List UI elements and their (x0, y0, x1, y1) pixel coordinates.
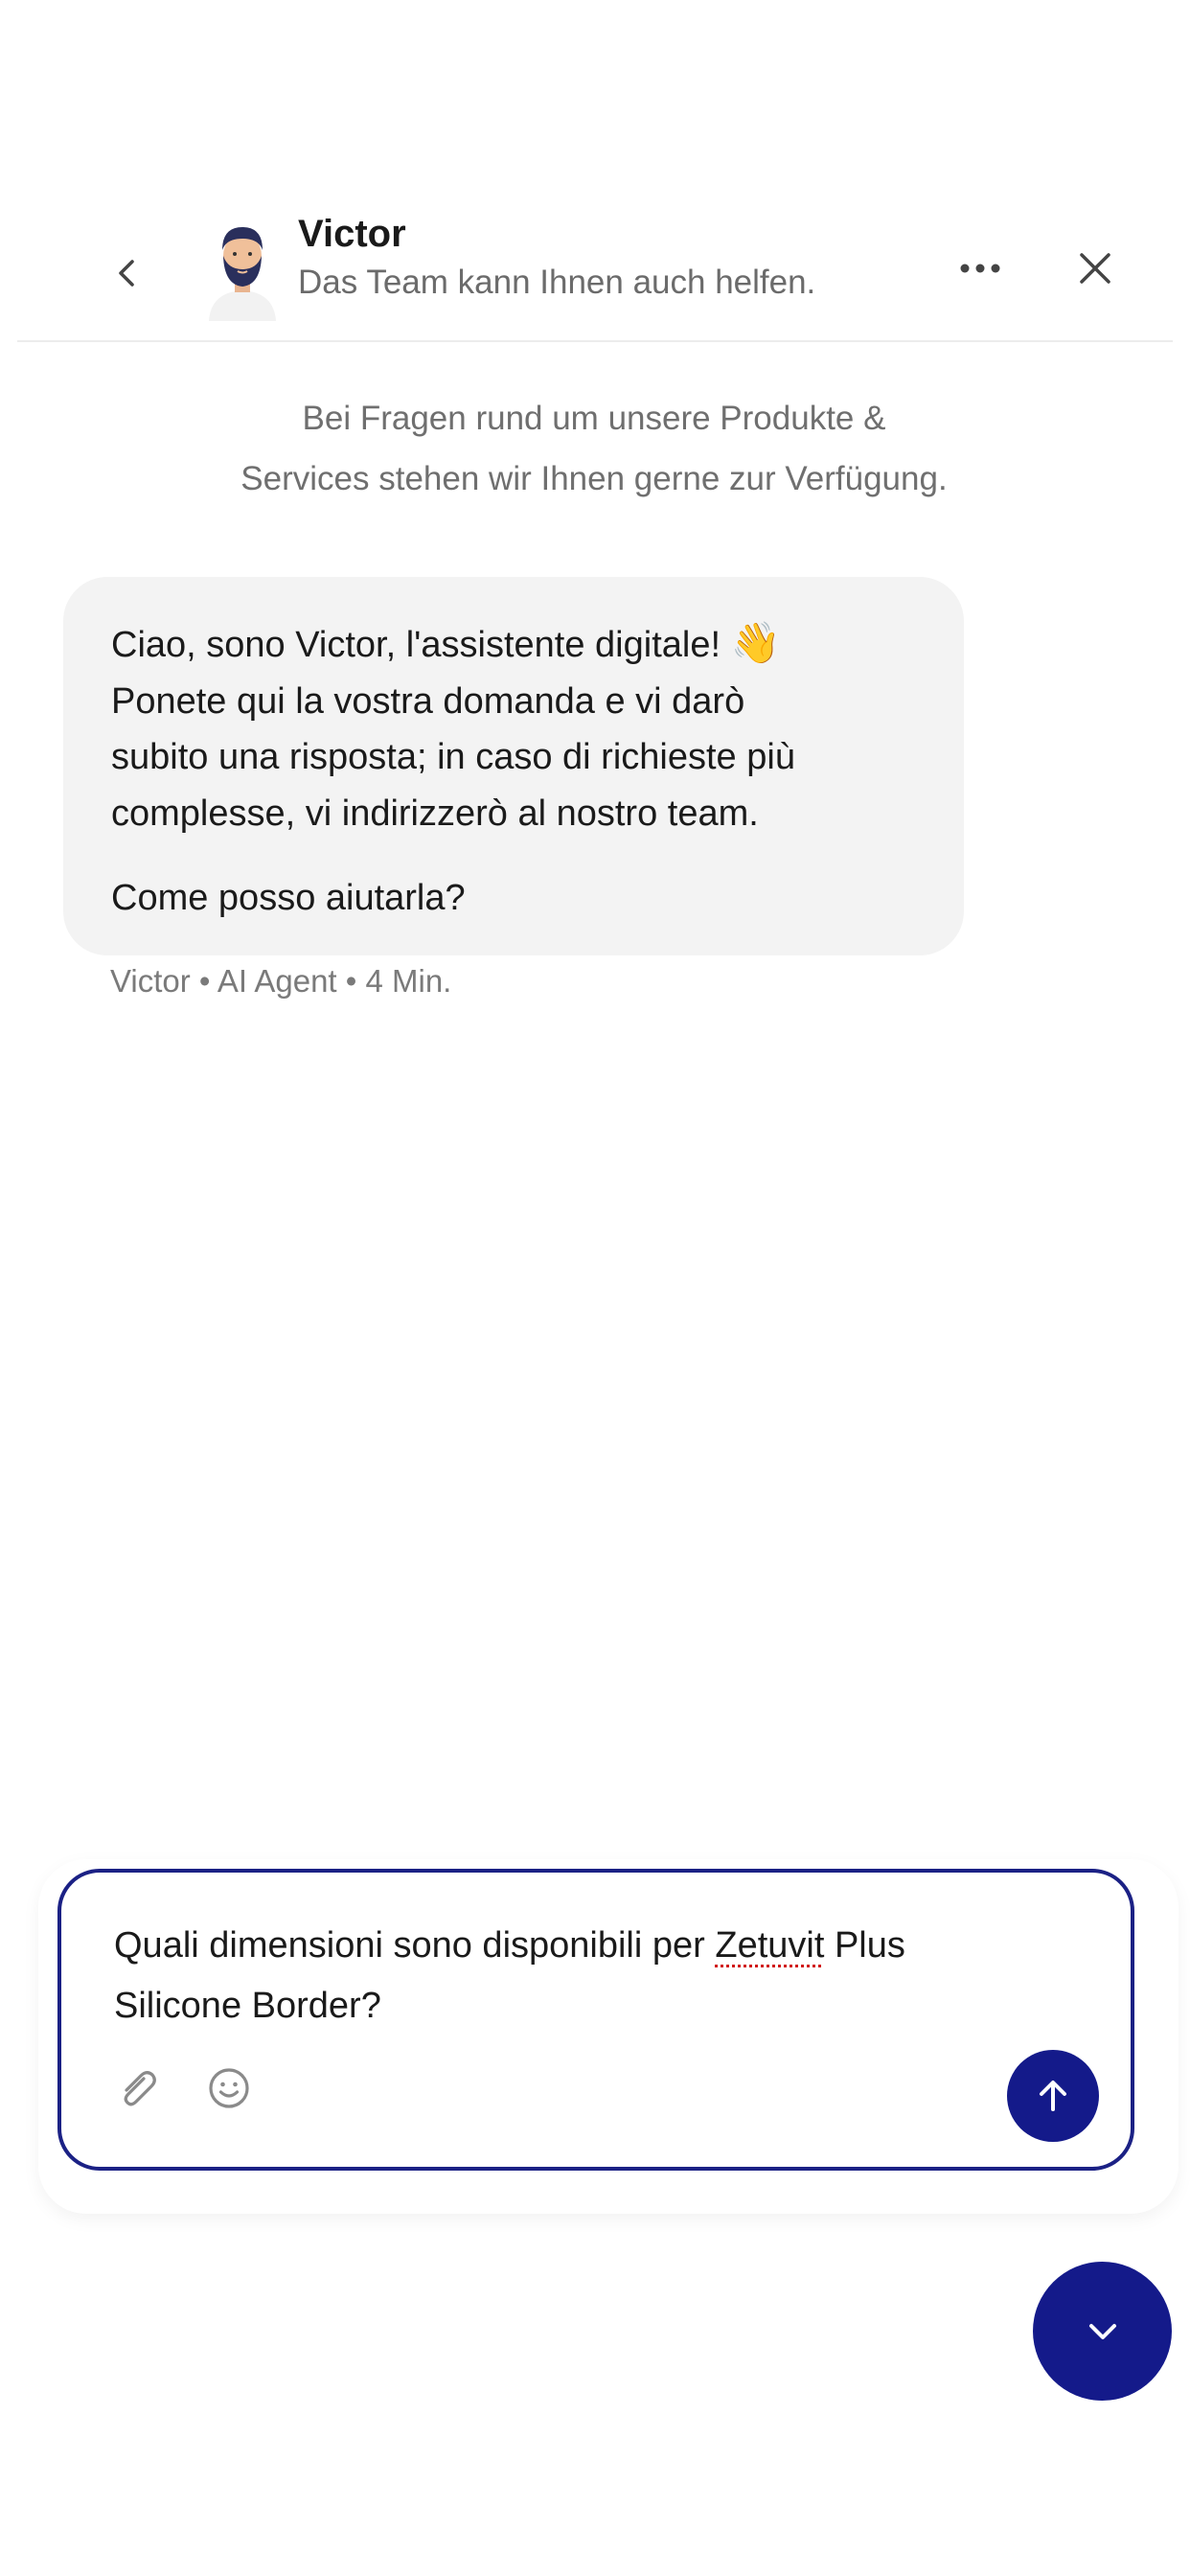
send-button[interactable] (1007, 2050, 1099, 2142)
message-line: Ciao, sono Victor, l'assistente digitale… (111, 625, 721, 665)
header-subtitle: Das Team kann Ihnen auch helfen. (298, 264, 816, 301)
agent-avatar (190, 216, 295, 321)
scroll-down-button[interactable] (1033, 2262, 1172, 2401)
intro-line: Services stehen wir Ihnen gerne zur Verf… (240, 460, 948, 497)
paperclip-icon (124, 2071, 156, 2106)
message-composer[interactable]: Quali dimensioni sono disponibili per Ze… (57, 1869, 1134, 2171)
message-question: Come posso aiutarla? (111, 878, 466, 918)
chat-header: Victor Das Team kann Ihnen auch helfen. (17, 172, 1173, 342)
agent-message-bubble: Ciao, sono Victor, l'assistente digitale… (63, 577, 964, 955)
misspelled-word: Zetuvit (715, 1925, 825, 1966)
message-line: complesse, vi indirizzerò al nostro team… (111, 793, 759, 834)
arrow-up-icon (1040, 2081, 1066, 2111)
emoji-button[interactable] (200, 2059, 258, 2117)
message-meta: Victor • AI Agent • 4 Min. (110, 963, 452, 999)
message-line: subito una risposta; in caso di richiest… (111, 737, 795, 777)
message-line: Ponete qui la vostra domanda e vi darò (111, 680, 745, 722)
smiley-icon (209, 2068, 249, 2108)
more-horizontal-icon (960, 264, 1000, 273)
more-options-button[interactable] (942, 240, 1018, 297)
agent-name: Victor (298, 213, 406, 255)
chevron-left-icon (119, 260, 134, 287)
message-paragraph: Ciao, sono Victor, l'assistente digitale… (111, 615, 926, 841)
chevron-down-icon (1088, 2323, 1116, 2339)
message-input[interactable]: Quali dimensioni sono disponibili per Ze… (114, 1916, 1072, 2036)
attach-button[interactable] (109, 2059, 167, 2117)
waving-hand-emoji: 👋 (730, 620, 781, 665)
close-button[interactable] (1057, 230, 1133, 307)
back-button[interactable] (84, 230, 171, 316)
chat-window: Victor Das Team kann Ihnen auch helfen. … (0, 0, 1190, 2576)
intro-text: Bei Fragen rund um unsere Produkte & Ser… (115, 388, 1073, 509)
close-icon (1080, 253, 1110, 284)
intro-line: Bei Fragen rund um unsere Produkte & (302, 400, 886, 437)
